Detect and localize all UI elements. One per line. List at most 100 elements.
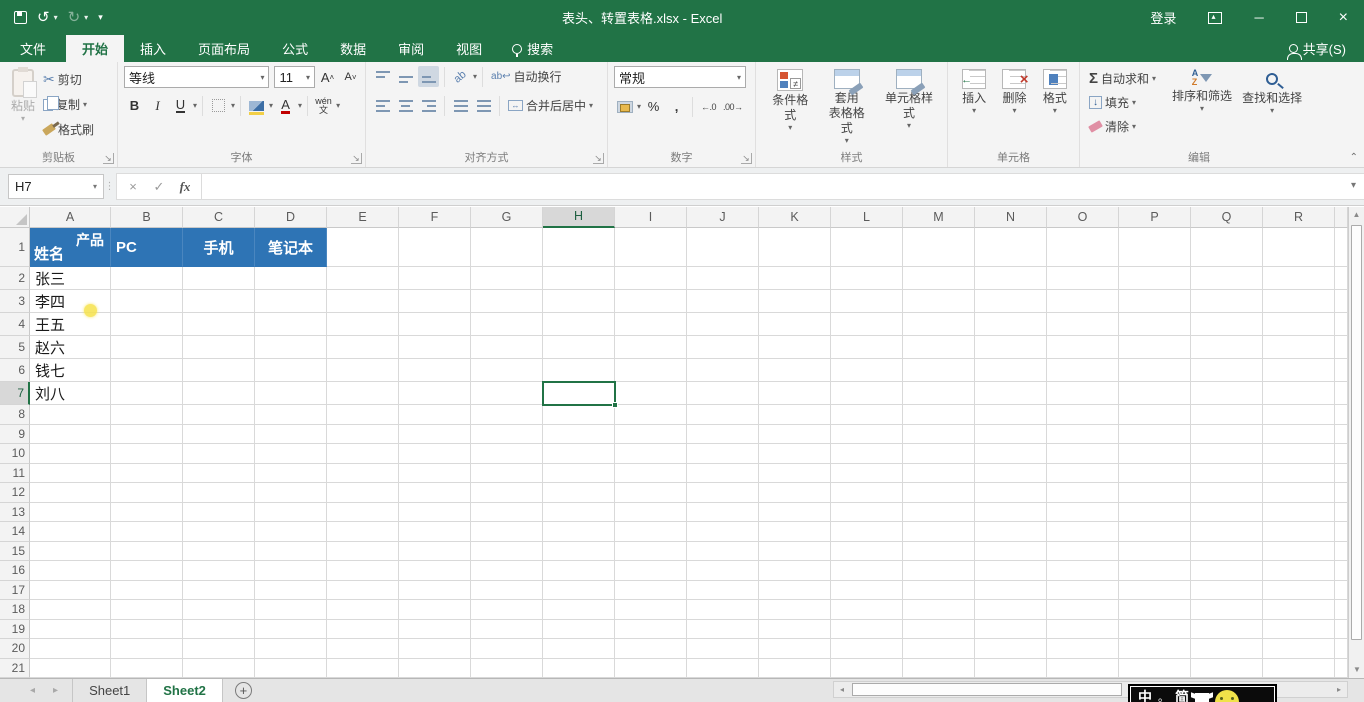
cell-O8[interactable] <box>1047 405 1119 425</box>
cell-partial-12[interactable] <box>1335 483 1348 503</box>
cell-M11[interactable] <box>903 463 975 483</box>
cell-M17[interactable] <box>903 580 975 600</box>
row-header-5[interactable]: 5 <box>0 336 30 359</box>
column-header-P[interactable]: P <box>1119 207 1191 228</box>
cell-J8[interactable] <box>687 405 759 425</box>
cell-C17[interactable] <box>183 580 255 600</box>
cell-J1[interactable] <box>687 228 759 267</box>
cell-H19[interactable] <box>543 619 615 639</box>
cell-I19[interactable] <box>615 619 687 639</box>
cell-L21[interactable] <box>831 658 903 678</box>
cell-O2[interactable] <box>1047 267 1119 290</box>
cell-N18[interactable] <box>975 600 1047 620</box>
row-header-19[interactable]: 19 <box>0 619 30 639</box>
cell-E20[interactable] <box>327 639 399 659</box>
cell-H17[interactable] <box>543 580 615 600</box>
cell-A21[interactable] <box>30 658 111 678</box>
cell-B19[interactable] <box>111 619 183 639</box>
cell-K2[interactable] <box>759 267 831 290</box>
cell-P8[interactable] <box>1119 405 1191 425</box>
cell-Q19[interactable] <box>1191 619 1263 639</box>
cell-I10[interactable] <box>615 444 687 464</box>
cell-A5[interactable]: 赵六 <box>30 336 111 359</box>
row-header-12[interactable]: 12 <box>0 483 30 503</box>
cell-G2[interactable] <box>471 267 543 290</box>
column-header-A[interactable]: A <box>30 207 111 228</box>
cell-A20[interactable] <box>30 639 111 659</box>
cell-Q15[interactable] <box>1191 541 1263 561</box>
cell-N3[interactable] <box>975 290 1047 313</box>
paste-button[interactable]: 粘贴 ▾ <box>6 66 40 126</box>
column-header-E[interactable]: E <box>327 207 399 228</box>
cell-Q12[interactable] <box>1191 483 1263 503</box>
cell-N16[interactable] <box>975 561 1047 581</box>
cell-J4[interactable] <box>687 313 759 336</box>
cell-H6[interactable] <box>543 359 615 382</box>
column-header-R[interactable]: R <box>1263 207 1335 228</box>
cell-Q3[interactable] <box>1191 290 1263 313</box>
cell-R5[interactable] <box>1263 336 1335 359</box>
cell-C1[interactable]: 手机 <box>183 228 255 267</box>
font-color-dropdown-icon[interactable]: ▾ <box>298 101 302 110</box>
cell-M18[interactable] <box>903 600 975 620</box>
cell-J7[interactable] <box>687 382 759 405</box>
cell-L16[interactable] <box>831 561 903 581</box>
cell-L14[interactable] <box>831 522 903 542</box>
cell-J10[interactable] <box>687 444 759 464</box>
cell-M12[interactable] <box>903 483 975 503</box>
cut-button[interactable]: ✂ 剪切 <box>40 69 97 90</box>
cell-Q18[interactable] <box>1191 600 1263 620</box>
restore-button[interactable] <box>1280 0 1323 35</box>
cell-G9[interactable] <box>471 424 543 444</box>
cell-G4[interactable] <box>471 313 543 336</box>
cell-A4[interactable]: 王五 <box>30 313 111 336</box>
vertical-scroll-thumb[interactable] <box>1351 225 1362 640</box>
cell-H16[interactable] <box>543 561 615 581</box>
cell-I14[interactable] <box>615 522 687 542</box>
cell-O14[interactable] <box>1047 522 1119 542</box>
cell-partial-8[interactable] <box>1335 405 1348 425</box>
cell-M16[interactable] <box>903 561 975 581</box>
cell-G21[interactable] <box>471 658 543 678</box>
cell-H20[interactable] <box>543 639 615 659</box>
cell-C8[interactable] <box>183 405 255 425</box>
cell-L8[interactable] <box>831 405 903 425</box>
ribbon-display-options-button[interactable] <box>1192 0 1238 35</box>
copy-button[interactable]: 复制 ▾ <box>40 94 97 115</box>
cell-C18[interactable] <box>183 600 255 620</box>
cell-G18[interactable] <box>471 600 543 620</box>
cell-D8[interactable] <box>255 405 327 425</box>
cell-L10[interactable] <box>831 444 903 464</box>
cell-N6[interactable] <box>975 359 1047 382</box>
alignment-dialog-launcher[interactable]: ↘ <box>593 153 604 164</box>
cell-H4[interactable] <box>543 313 615 336</box>
cell-Q5[interactable] <box>1191 336 1263 359</box>
cell-R10[interactable] <box>1263 444 1335 464</box>
cell-I16[interactable] <box>615 561 687 581</box>
cell-E12[interactable] <box>327 483 399 503</box>
cell-D14[interactable] <box>255 522 327 542</box>
orientation-dropdown-icon[interactable]: ▾ <box>473 72 477 81</box>
cell-K6[interactable] <box>759 359 831 382</box>
cell-C13[interactable] <box>183 502 255 522</box>
cell-G20[interactable] <box>471 639 543 659</box>
cell-A10[interactable] <box>30 444 111 464</box>
cell-H9[interactable] <box>543 424 615 444</box>
cell-R2[interactable] <box>1263 267 1335 290</box>
cell-L7[interactable] <box>831 382 903 405</box>
cell-K19[interactable] <box>759 619 831 639</box>
cell-G12[interactable] <box>471 483 543 503</box>
cell-L20[interactable] <box>831 639 903 659</box>
cell-R21[interactable] <box>1263 658 1335 678</box>
cell-partial-5[interactable] <box>1335 336 1348 359</box>
cell-K18[interactable] <box>759 600 831 620</box>
cancel-icon[interactable]: × <box>121 179 145 194</box>
cell-I21[interactable] <box>615 658 687 678</box>
cell-P7[interactable] <box>1119 382 1191 405</box>
vertical-scrollbar[interactable]: ▲ ▼ <box>1348 207 1364 678</box>
cell-A15[interactable] <box>30 541 111 561</box>
cell-I8[interactable] <box>615 405 687 425</box>
row-header-13[interactable]: 13 <box>0 502 30 522</box>
align-left-button[interactable] <box>372 95 393 116</box>
cell-G11[interactable] <box>471 463 543 483</box>
